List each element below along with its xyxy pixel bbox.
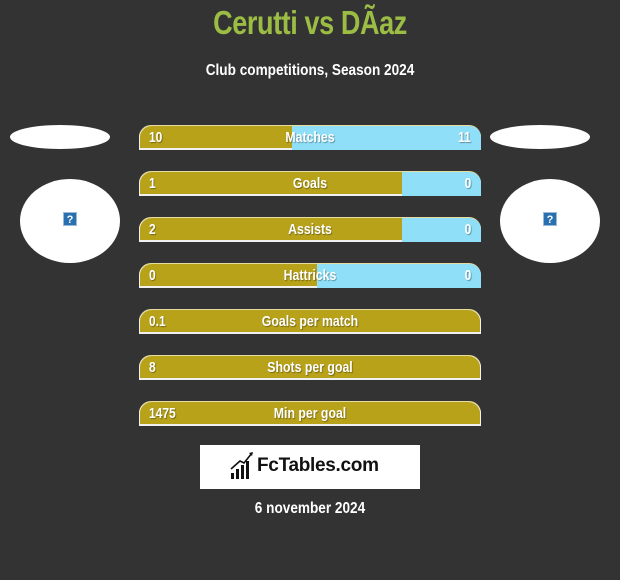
left-value: 0 [149, 267, 156, 284]
right-player-avatar: ? [500, 179, 600, 263]
stat-row-matches: 10 Matches 11 [139, 125, 481, 150]
stat-row-hattricks: 0 Hattricks 0 [139, 263, 481, 288]
stat-label: Matches [285, 129, 335, 146]
left-value: 0.1 [149, 313, 166, 330]
left-player-name-pill [10, 125, 110, 149]
fctables-logo[interactable]: FcTables.com [200, 445, 420, 489]
stat-row-shots-per-goal: 8 Shots per goal [139, 355, 481, 380]
right-player-name-pill [490, 125, 590, 149]
stat-row-min-per-goal: 1475 Min per goal [139, 401, 481, 426]
right-value: 0 [464, 221, 471, 238]
left-value: 10 [149, 129, 163, 146]
stat-row-assists: 2 Assists 0 [139, 217, 481, 242]
stat-row-goals-per-match: 0.1 Goals per match [139, 309, 481, 334]
stat-label: Assists [288, 221, 332, 238]
stat-label: Goals per match [261, 313, 359, 330]
logo-text: FcTables.com [257, 455, 379, 476]
stat-row-goals: 1 Goals 0 [139, 171, 481, 196]
competition-subtitle: Club competitions, Season 2024 [205, 62, 415, 79]
left-value: 2 [149, 221, 156, 238]
right-value: 0 [464, 267, 471, 284]
right-value: 11 [458, 129, 471, 146]
left-value: 1 [149, 175, 156, 192]
stat-label: Hattricks [283, 267, 337, 284]
broken-image-icon: ? [63, 212, 77, 226]
bar-chart-icon [230, 452, 253, 479]
left-player-avatar: ? [20, 179, 120, 263]
broken-image-icon: ? [543, 212, 557, 226]
page-title: Cerutti vs DÃaz [213, 4, 407, 41]
report-date: 6 november 2024 [254, 500, 366, 517]
stat-label: Shots per goal [267, 359, 353, 376]
stat-label: Goals [292, 175, 328, 192]
stat-label: Min per goal [273, 405, 347, 422]
right-value: 0 [464, 175, 471, 192]
left-value: 8 [149, 359, 156, 376]
